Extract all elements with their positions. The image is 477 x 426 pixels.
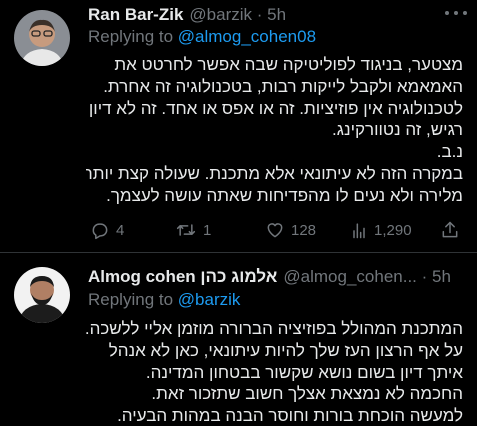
views-icon <box>353 223 365 239</box>
views-button[interactable]: 1,290 <box>350 218 412 242</box>
replying-to: Replying to @barzik <box>88 290 240 310</box>
tweet-text-line: רגיש, זה נטוורקינג. <box>332 120 463 140</box>
author-name[interactable]: Almog cohen אלמוג כהן <box>88 267 277 287</box>
retweet-button[interactable]: 1 <box>175 218 211 242</box>
reply-button[interactable]: 4 <box>90 218 124 242</box>
author-handle[interactable]: @almog_cohen... · 5h <box>283 267 451 287</box>
tweet-almog-cohen[interactable]: Almog cohen אלמוג כהן @almog_cohen... · … <box>0 253 477 426</box>
tweet-header: Almog cohen אלמוג כהן @almog_cohen... · … <box>88 265 465 289</box>
replying-to-mention[interactable]: @barzik <box>178 290 241 309</box>
tweet-text-line: לטכנולוגיה אין פוזיציות. זה או אפס או אח… <box>88 98 463 118</box>
replying-to: Replying to @almog_cohen08 <box>88 27 316 47</box>
tweet-text-line: נ.ב. <box>436 142 463 162</box>
retweet-count: 1 <box>203 221 212 239</box>
tweet-text-line: האמאמא ולקבל לייקות רבות, בטכנולוגיה זה … <box>103 76 463 96</box>
reply-icon <box>92 223 108 240</box>
avatar[interactable] <box>14 267 70 323</box>
tweet-text-line: במקרה הזה לא עיתונאי אלא מתכנת. שעולה קצ… <box>86 163 463 183</box>
view-count: 1,290 <box>374 221 412 239</box>
tweet-text: מצטער, בניגוד לפוליטיקה שבה אפשר לחרטט א… <box>86 54 463 207</box>
tweet-text-line: המתכנת המהולל בפוזיציה הברורה מוזמן אליי… <box>86 319 463 338</box>
tweet-text-line: מצטער, בניגוד לפוליטיקה שבה אפשר לחרטט א… <box>114 55 463 74</box>
author-name[interactable]: Ran Bar-Zik <box>88 5 183 25</box>
more-icon[interactable] <box>445 6 467 20</box>
retweet-icon <box>176 224 196 236</box>
reply-count: 4 <box>116 221 125 239</box>
replying-prefix: Replying to <box>88 27 178 46</box>
tweet-actions: 4 1 128 1,290 <box>90 218 460 242</box>
tweet-text-line: למעשה הוכחת בורות וחוסר הבנה במהות הבעיה… <box>117 406 463 426</box>
tweet-ran-bar-zik[interactable]: Ran Bar-Zik @barzik · 5h Replying to @al… <box>0 0 477 252</box>
avatar[interactable] <box>14 10 70 66</box>
share-button[interactable] <box>440 218 460 242</box>
share-icon <box>442 221 458 238</box>
tweet-header: Ran Bar-Zik @barzik · 5h <box>88 3 465 27</box>
like-button[interactable]: 128 <box>265 218 316 242</box>
like-count: 128 <box>291 221 317 239</box>
author-handle[interactable]: @barzik · 5h <box>189 5 286 25</box>
tweet-text-line: החכמה לא נמצאת אצלך חשוב שתזכור זאת. <box>151 384 463 404</box>
tweet-text: המתכנת המהולל בפוזיציה הברורה מוזמן אליי… <box>86 318 463 426</box>
replying-to-mention[interactable]: @almog_cohen08 <box>178 27 316 46</box>
tweet-text-line: איתך דיון בשום נושא שקשור בבטחון המדינה. <box>145 362 463 382</box>
tweet-text-line: על אף הרצון העז שלך להיות עיתונאי, כאן ל… <box>108 340 463 360</box>
tweet-text-line: מלירה ולא נעים לו מהפדיחות שאתה עושה לעצ… <box>106 185 463 205</box>
replying-prefix: Replying to <box>88 290 178 309</box>
like-icon <box>267 223 283 238</box>
